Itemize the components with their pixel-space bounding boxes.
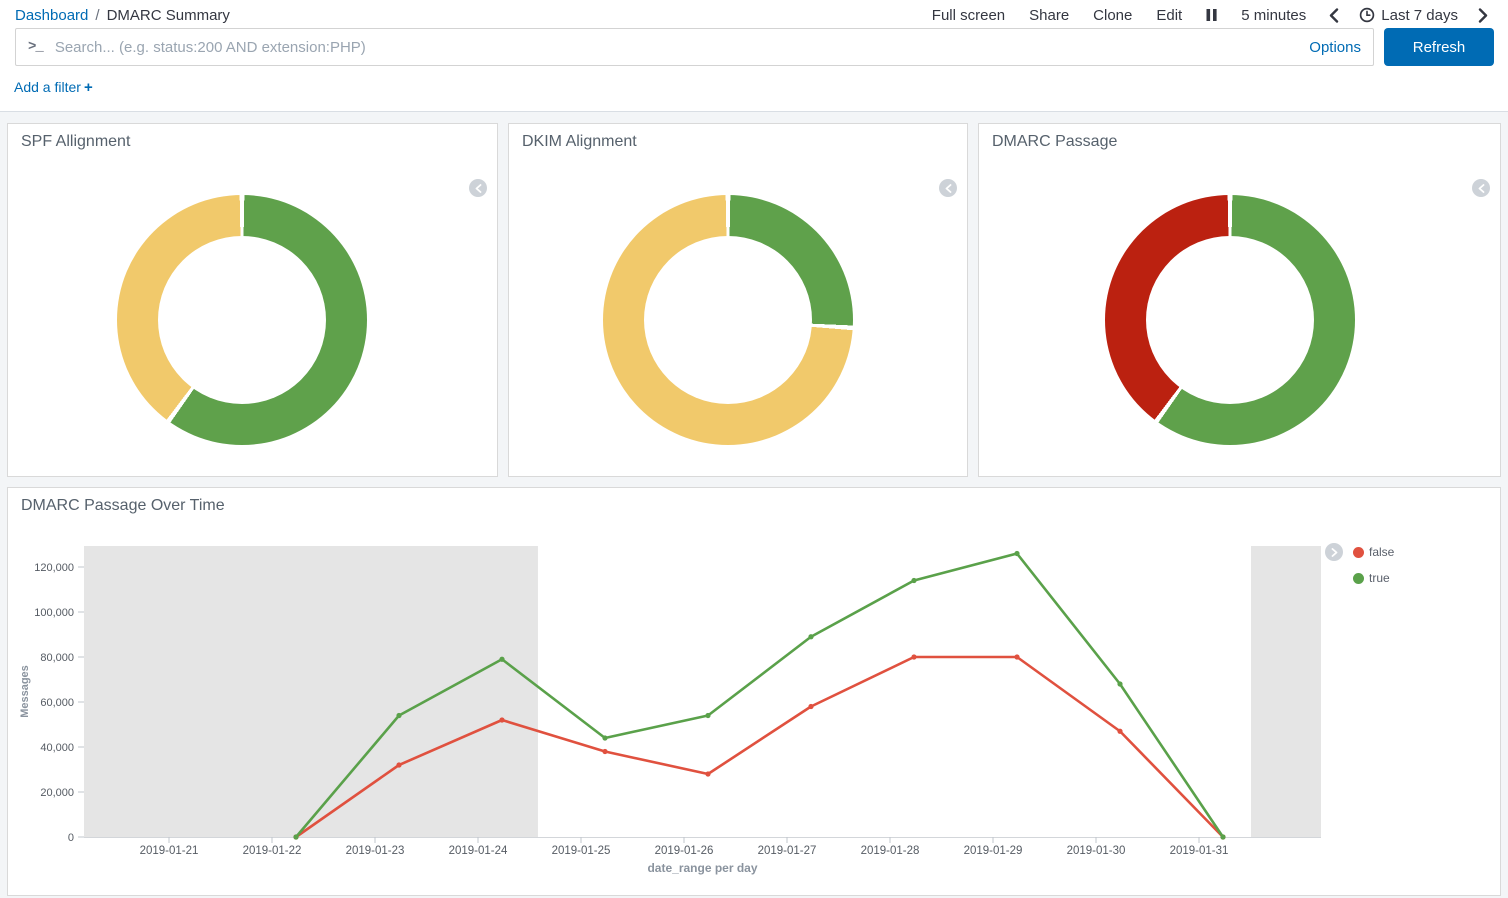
panel-title-spf: SPF Allignment (8, 124, 497, 151)
full-screen-button[interactable]: Full screen (925, 7, 1012, 24)
time-back-chevron-icon[interactable] (1323, 8, 1345, 23)
svg-text:2019-01-27: 2019-01-27 (758, 845, 817, 857)
refresh-interval-button[interactable]: 5 minutes (1234, 7, 1313, 24)
panel-title-dmarc: DMARC Passage (979, 124, 1500, 151)
spf-donut-chart[interactable] (117, 195, 367, 445)
page-title: DMARC Summary (107, 7, 230, 24)
svg-text:40,000: 40,000 (40, 742, 74, 754)
options-link[interactable]: Options (1309, 39, 1361, 56)
panel-title-timeseries: DMARC Passage Over Time (21, 497, 225, 515)
legend-collapse-button[interactable] (469, 179, 487, 197)
clock-icon (1359, 7, 1375, 23)
legend-item-false[interactable]: false (1353, 545, 1394, 559)
legend-dot-false (1353, 547, 1364, 558)
pause-icon[interactable] (1199, 8, 1224, 22)
dmarc-donut-chart[interactable] (1105, 195, 1355, 445)
donut-hole (644, 236, 812, 404)
timeseries-chart: 2019-01-21 2019-01-22 2019-01-23 2019-01-24… (8, 488, 1500, 895)
breadcrumb: Dashboard / DMARC Summary (15, 7, 230, 24)
timeseries-legend: false true (1353, 545, 1394, 585)
time-forward-chevron-icon[interactable] (1472, 8, 1494, 23)
legend-dot-true (1353, 573, 1364, 584)
svg-text:0: 0 (68, 832, 74, 844)
legend-label-false: false (1369, 545, 1394, 559)
svg-text:2019-01-22: 2019-01-22 (243, 845, 302, 857)
donut-hole (1146, 236, 1314, 404)
chevron-left-icon (945, 184, 952, 193)
clone-button[interactable]: Clone (1086, 7, 1139, 24)
search-input[interactable] (53, 38, 1299, 57)
legend-collapse-button[interactable] (1472, 179, 1490, 197)
svg-text:20,000: 20,000 (40, 787, 74, 799)
header: Dashboard / DMARC Summary Full screen Sh… (0, 0, 1508, 112)
legend-expand-button[interactable] (1325, 543, 1343, 561)
time-range-picker[interactable]: Last 7 days (1355, 7, 1462, 24)
svg-text:2019-01-31: 2019-01-31 (1170, 845, 1229, 857)
chevron-left-icon (475, 184, 482, 193)
svg-text:Messages: Messages (19, 665, 31, 718)
svg-text:2019-01-29: 2019-01-29 (964, 845, 1023, 857)
dkim-donut-chart[interactable] (603, 195, 853, 445)
legend-collapse-button[interactable] (939, 179, 957, 197)
chevron-left-icon (1478, 184, 1485, 193)
svg-text:2019-01-25: 2019-01-25 (552, 845, 611, 857)
add-filter-link[interactable]: Add a filter (14, 79, 81, 95)
svg-text:date_range per day: date_range per day (647, 861, 757, 875)
svg-text:120,000: 120,000 (34, 562, 74, 574)
donut-hole (158, 236, 326, 404)
panel-dkim-alignment: DKIM Alignment (508, 123, 968, 477)
svg-text:2019-01-23: 2019-01-23 (346, 845, 405, 857)
panel-spf-alignment: SPF Allignment (7, 123, 498, 477)
edit-button[interactable]: Edit (1149, 7, 1189, 24)
legend-label-true: true (1369, 571, 1390, 585)
svg-text:60,000: 60,000 (40, 697, 74, 709)
dashboard-grid: SPF Allignment DKIM Alignment DMARC Pass… (0, 112, 1508, 898)
legend-item-true[interactable]: true (1353, 571, 1394, 585)
svg-text:2019-01-30: 2019-01-30 (1067, 845, 1126, 857)
panel-title-dkim: DKIM Alignment (509, 124, 967, 151)
panel-dmarc-over-time: 2019-01-21 2019-01-22 2019-01-23 2019-01-24… (7, 487, 1501, 896)
panel-dmarc-passage: DMARC Passage (978, 123, 1501, 477)
share-button[interactable]: Share (1022, 7, 1076, 24)
svg-text:80,000: 80,000 (40, 652, 74, 664)
svg-text:2019-01-24: 2019-01-24 (449, 845, 508, 857)
plus-icon[interactable]: + (84, 79, 93, 96)
query-prompt-icon: >_ (28, 39, 43, 55)
chevron-right-icon (1331, 548, 1338, 557)
breadcrumb-dashboard-link[interactable]: Dashboard (15, 7, 88, 24)
time-range-label: Last 7 days (1381, 7, 1458, 24)
top-menu: Full screen Share Clone Edit 5 minutes L… (925, 7, 1494, 24)
svg-text:2019-01-21: 2019-01-21 (140, 845, 199, 857)
search-bar: >_ Options (15, 28, 1374, 66)
svg-text:100,000: 100,000 (34, 607, 74, 619)
refresh-button[interactable]: Refresh (1384, 28, 1494, 66)
svg-text:2019-01-28: 2019-01-28 (861, 845, 920, 857)
breadcrumb-separator: / (95, 7, 99, 24)
svg-text:2019-01-26: 2019-01-26 (655, 845, 714, 857)
